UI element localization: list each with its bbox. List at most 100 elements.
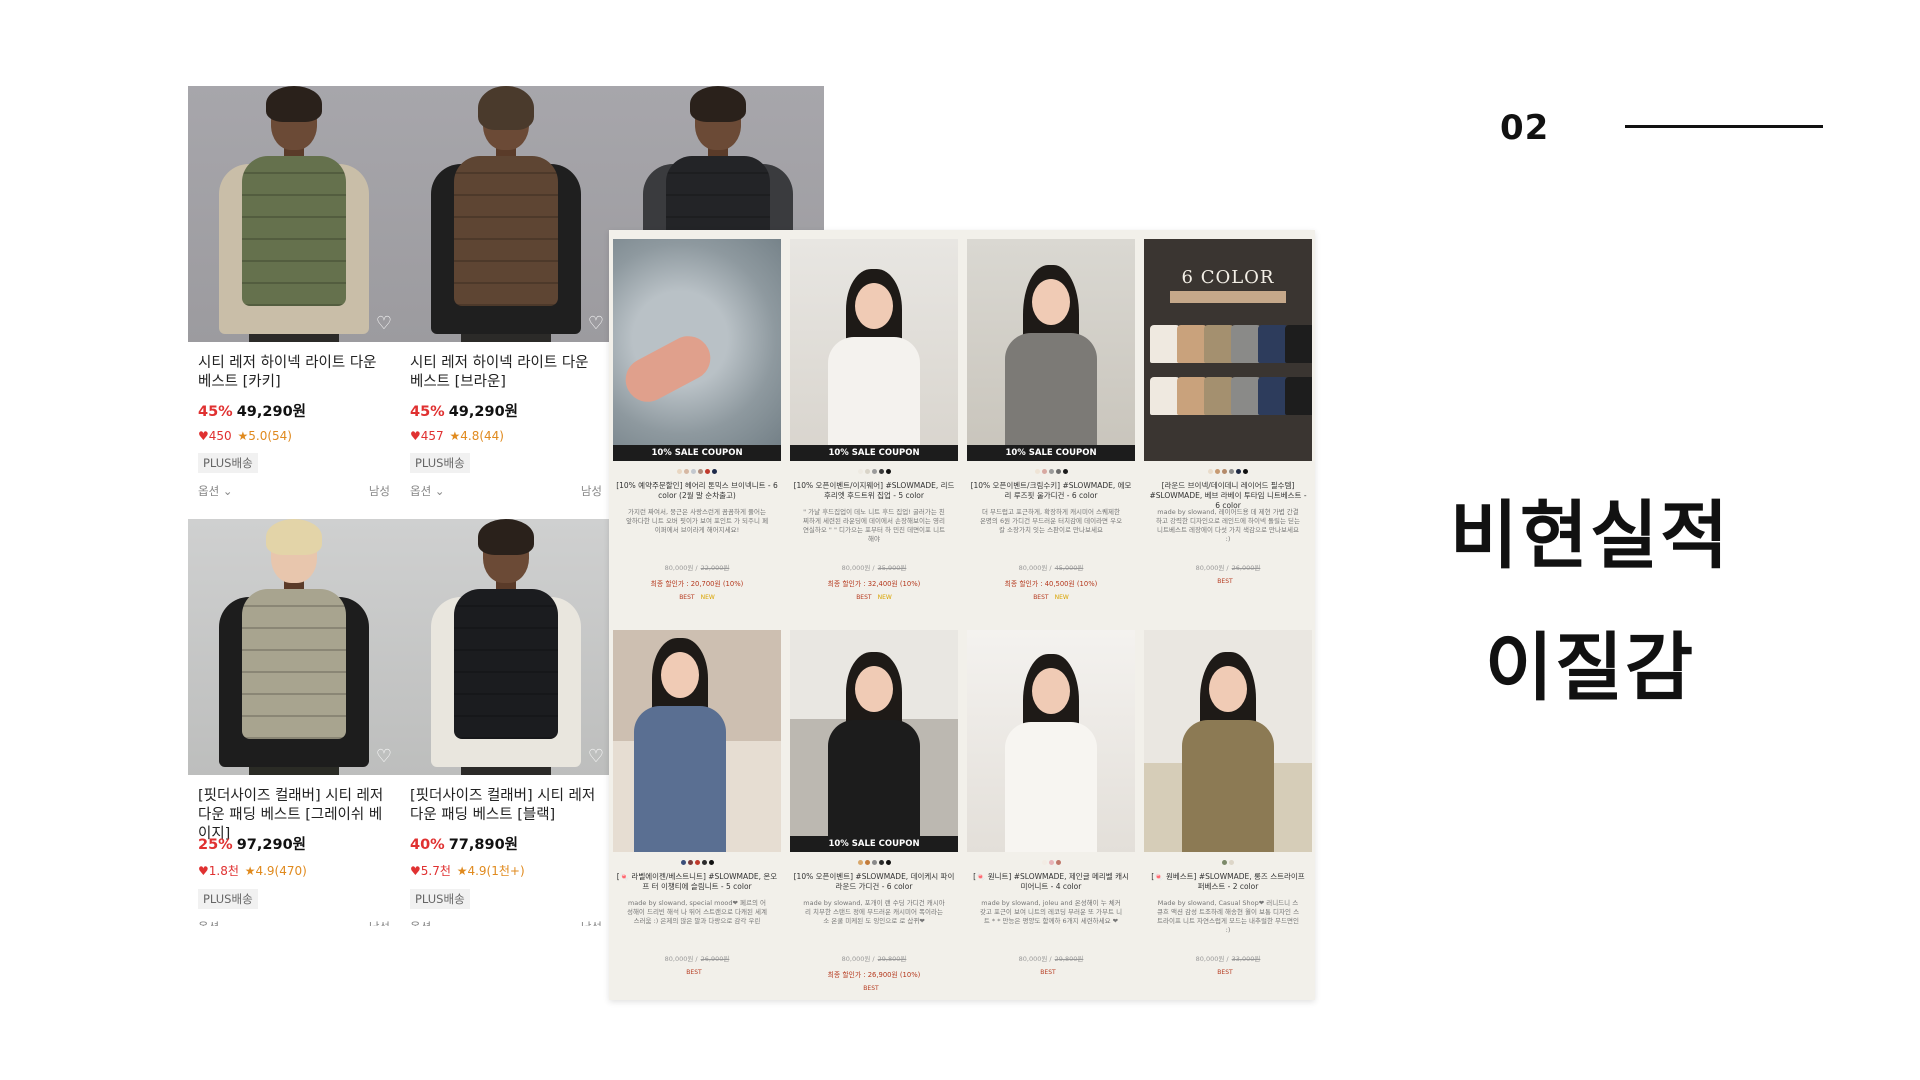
color-dot[interactable] bbox=[1055, 469, 1061, 474]
product-name[interactable]: [10% 오픈이벤트/크림수키] #SLOWMADE, 에모리 루즈핏 울가디건… bbox=[967, 481, 1135, 503]
strike-price: 26,000원 bbox=[1231, 564, 1261, 572]
color-dot[interactable] bbox=[1222, 469, 1227, 474]
color-options bbox=[613, 860, 781, 866]
model-vest bbox=[242, 589, 346, 739]
product-card[interactable]: ♡ 시티 레저 하이넥 라이트 다운 베스트 [카키] 45% 49,290원 ♥450… bbox=[188, 86, 400, 499]
product-title[interactable]: [핏더사이즈 컬래버] 시티 레저 다운 패딩 베스트 [블랙] bbox=[400, 787, 612, 827]
color-dot[interactable] bbox=[871, 469, 877, 474]
product-card[interactable]: ♡ [핏더사이즈 컬래버] 시티 레저 다운 패딩 베스트 [블랙] 40% 77,8… bbox=[400, 519, 612, 926]
color-dot[interactable] bbox=[1236, 469, 1241, 474]
color-dot[interactable] bbox=[677, 469, 682, 474]
color-dot[interactable] bbox=[1062, 469, 1068, 474]
product-name[interactable]: [10% 오픈이벤트] #SLOWMADE, 데이케시 파이라운드 가디건 - … bbox=[790, 872, 958, 894]
color-dot[interactable] bbox=[1229, 860, 1234, 865]
color-dot[interactable] bbox=[705, 469, 710, 474]
color-dot[interactable] bbox=[1034, 469, 1040, 474]
wishlist-heart-icon[interactable]: ♡ bbox=[376, 313, 392, 334]
product-card[interactable]: [🍬 원니트] #SLOWMADE, 제인글 메리벨 캐시미어니트 - 4 co… bbox=[967, 630, 1135, 976]
product-card[interactable]: [🍬 원베스트] #SLOWMADE, 롱즈 스트라이프 퍼베스트 - 2 co… bbox=[1144, 630, 1312, 976]
product-photo[interactable]: ♡ bbox=[188, 519, 400, 775]
product-name[interactable]: [라운드 브이넥/데이데니 레이어드 필수템] #SLOWMADE, 베브 라베… bbox=[1144, 481, 1312, 510]
product-photo[interactable]: ♡ bbox=[400, 86, 612, 342]
color-dot[interactable] bbox=[1041, 860, 1047, 865]
product-name[interactable]: [10% 오픈이벤트/이지웨어] #SLOWMADE, 리드 후리엣 후드트위 … bbox=[790, 481, 958, 503]
color-dot[interactable] bbox=[712, 469, 717, 474]
price-label: 80,000원 bbox=[1018, 564, 1048, 572]
color-dot[interactable] bbox=[698, 469, 703, 474]
best-tag: BEST bbox=[1217, 578, 1233, 585]
product-card[interactable]: 10% SALE COUPON [10% 오픈이벤트/이지웨어] #SLOWMAD… bbox=[790, 239, 958, 601]
product-card[interactable]: 10% SALE COUPON [10% 오픈이벤트] #SLOWMADE, 데이… bbox=[790, 630, 958, 992]
color-dot[interactable] bbox=[684, 469, 689, 474]
product-card[interactable]: [🍬 라벨에이젠/베스트니트] #SLOWMADE, 온오프 터 이챙티에 슬림… bbox=[613, 630, 781, 976]
price-label: 80,000원 bbox=[841, 564, 871, 572]
wishlist-heart-icon[interactable]: ♡ bbox=[588, 746, 604, 767]
product-photo[interactable]: ♡ bbox=[188, 86, 400, 342]
price-value: 49,290원 bbox=[236, 404, 307, 420]
product-name[interactable]: [🍬 원니트] #SLOWMADE, 제인글 메리벨 캐시미어니트 - 4 co… bbox=[967, 872, 1135, 894]
color-dot[interactable] bbox=[680, 860, 686, 865]
product-name[interactable]: [10% 예약주문할인] 헤어리 톤믹스 브이넥니트 - 6 color (2월… bbox=[613, 481, 781, 503]
color-dot[interactable] bbox=[1215, 469, 1220, 474]
original-price: 80,000원 /29,800원 bbox=[1018, 955, 1084, 963]
product-card[interactable]: ♡ [핏더사이즈 컬래버] 시티 레저 다운 패딩 베스트 [그레이쉬 베이지] 2… bbox=[188, 519, 400, 926]
color-dot[interactable] bbox=[1041, 469, 1047, 474]
product-photo[interactable]: 10% SALE COUPON bbox=[790, 239, 958, 461]
color-dot[interactable] bbox=[1243, 469, 1248, 474]
color-dot[interactable] bbox=[1048, 860, 1054, 865]
option-dropdown[interactable]: 옵션 ⌄ bbox=[410, 919, 444, 926]
product-photo[interactable]: 10% SALE COUPON bbox=[790, 630, 958, 852]
color-dot[interactable] bbox=[1229, 469, 1234, 474]
product-card[interactable]: ♡ 시티 레저 하이넥 라이트 다운 베스트 [브라운] 45% 49,290원 ♥45… bbox=[400, 86, 612, 499]
product-card[interactable]: 10% SALE COUPON [10% 오픈이벤트/크림수키] #SLOWMAD… bbox=[967, 239, 1135, 601]
color-dot[interactable] bbox=[878, 860, 884, 865]
product-title[interactable]: [핏더사이즈 컬래버] 시티 레저 다운 패딩 베스트 [그레이쉬 베이지] bbox=[188, 787, 400, 842]
color-dot[interactable] bbox=[687, 860, 693, 865]
color-dot[interactable] bbox=[694, 860, 700, 865]
color-dot[interactable] bbox=[1208, 469, 1213, 474]
product-title[interactable]: 시티 레저 하이넥 라이트 다운 베스트 [카키] bbox=[188, 354, 400, 394]
product-name[interactable]: [🍬 원베스트] #SLOWMADE, 롱즈 스트라이프 퍼베스트 - 2 co… bbox=[1144, 872, 1312, 894]
option-dropdown[interactable]: 옵션 ⌄ bbox=[198, 919, 232, 926]
color-dot[interactable] bbox=[885, 469, 891, 474]
product-title[interactable]: 시티 레저 하이넥 라이트 다운 베스트 [브라운] bbox=[400, 354, 612, 394]
color-dot[interactable] bbox=[1048, 469, 1054, 474]
strike-price: 22,000원 bbox=[700, 564, 730, 572]
color-dot[interactable] bbox=[878, 469, 884, 474]
product-photo[interactable]: ♡ bbox=[400, 519, 612, 775]
color-dot[interactable] bbox=[701, 860, 707, 865]
color-dot[interactable] bbox=[857, 469, 863, 474]
product-card[interactable]: 10% SALE COUPON [10% 예약주문할인] 헤어리 톤믹스 브이넥니… bbox=[613, 239, 781, 601]
option-dropdown[interactable]: 옵션 ⌄ bbox=[198, 483, 232, 499]
product-photo[interactable]: 6 COLOR bbox=[1144, 239, 1312, 461]
divider-line bbox=[1625, 125, 1823, 128]
product-photo[interactable] bbox=[613, 630, 781, 852]
product-name[interactable]: [🍬 라벨에이젠/베스트니트] #SLOWMADE, 온오프 터 이챙티에 슬림… bbox=[613, 872, 781, 894]
price-label: 80,000원 bbox=[1195, 955, 1225, 963]
color-swatch bbox=[1285, 377, 1312, 415]
model-figure bbox=[1168, 650, 1288, 852]
color-dot[interactable] bbox=[864, 860, 870, 865]
color-dot[interactable] bbox=[857, 860, 863, 865]
color-swatch bbox=[1177, 377, 1207, 415]
strike-price: 29,800원 bbox=[877, 955, 907, 963]
color-dot[interactable] bbox=[708, 860, 714, 865]
model-figure bbox=[991, 263, 1111, 461]
product-card[interactable]: 6 COLOR [라운드 브이넥/데이데니 레이어드 필수템] #SLOWMADE… bbox=[1144, 239, 1312, 585]
product-photo[interactable]: 10% SALE COUPON bbox=[613, 239, 781, 461]
wishlist-heart-icon[interactable]: ♡ bbox=[588, 313, 604, 334]
color-dot[interactable] bbox=[871, 860, 877, 865]
hand-shape bbox=[617, 328, 719, 410]
discount-rate: 25% bbox=[198, 837, 233, 853]
model-vest bbox=[454, 589, 558, 739]
color-dot[interactable] bbox=[691, 469, 696, 474]
color-dot[interactable] bbox=[864, 469, 870, 474]
product-photo[interactable] bbox=[967, 630, 1135, 852]
color-dot[interactable] bbox=[885, 860, 891, 865]
option-dropdown[interactable]: 옵션 ⌄ bbox=[410, 483, 444, 499]
wishlist-heart-icon[interactable]: ♡ bbox=[376, 746, 392, 767]
product-photo[interactable]: 10% SALE COUPON bbox=[967, 239, 1135, 461]
color-dot[interactable] bbox=[1055, 860, 1061, 865]
color-dot[interactable] bbox=[1222, 860, 1227, 865]
product-photo[interactable] bbox=[1144, 630, 1312, 852]
